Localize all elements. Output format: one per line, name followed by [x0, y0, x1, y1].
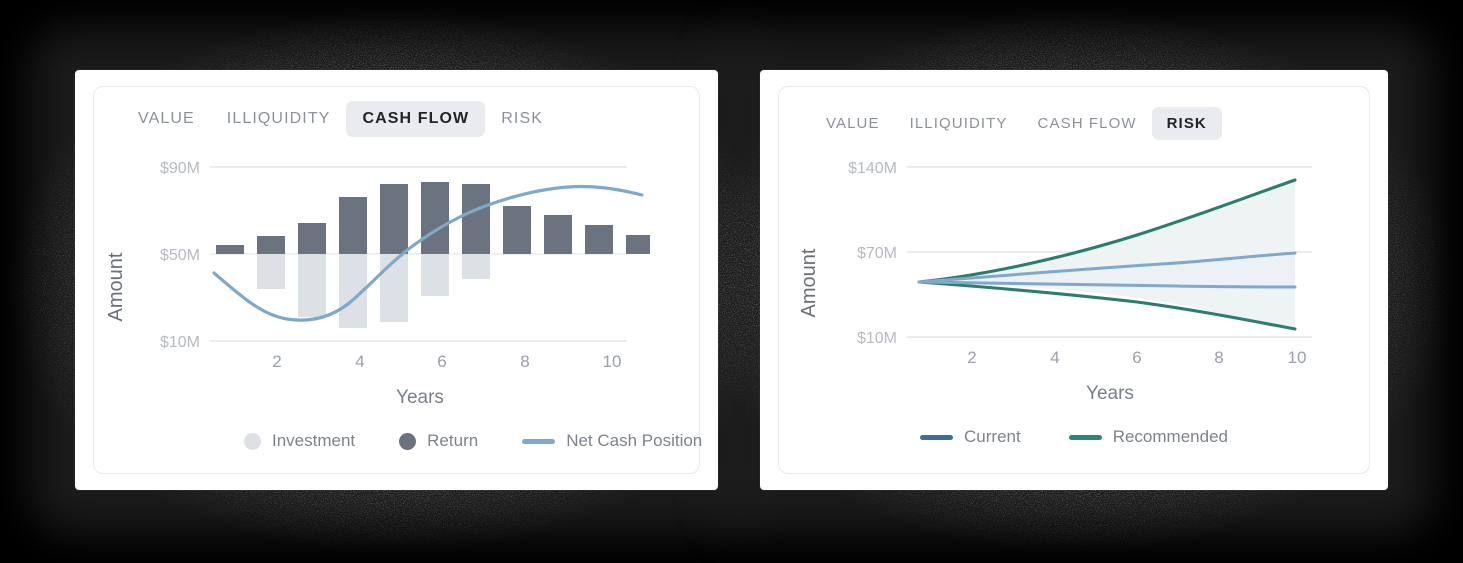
tab-cash-flow[interactable]: CASH FLOW [346, 101, 486, 137]
tab-illiquidity-2[interactable]: ILLIQUIDITY [895, 107, 1023, 140]
tab-illiquidity[interactable]: ILLIQUIDITY [211, 101, 347, 137]
cash-flow-chart: Amount $90M $50M $10M 2 4 6 8 10 Years [102, 149, 687, 409]
legend-item-recommended: Recommended [1068, 427, 1228, 447]
ytick-10m: $10M [160, 334, 200, 351]
ytick-10m-right: $10M [857, 330, 897, 347]
xtick-8: 8 [520, 352, 529, 371]
recommended-band-fill [919, 180, 1295, 329]
tab-value-2[interactable]: VALUE [811, 107, 895, 140]
legend-item-current: Current [920, 427, 1021, 447]
risk-panel: VALUE ILLIQUIDITY CASH FLOW RISK Amount … [760, 70, 1388, 490]
cash-flow-legend: Investment Return Net Cash Position [244, 431, 702, 451]
xtick-10: 10 [603, 352, 622, 371]
ytick-50m: $50M [160, 247, 200, 264]
risk-legend: Current Recommended [779, 427, 1369, 447]
legend-item-return: Return [399, 431, 478, 451]
screen-root: VALUE ILLIQUIDITY CASH FLOW RISK Amount … [0, 0, 1463, 563]
legend-label-recommended: Recommended [1112, 427, 1228, 446]
ytick-90m: $90M [160, 160, 200, 177]
recommended-swatch-icon [1068, 434, 1102, 440]
ytick-140m: $140M [848, 160, 897, 177]
return-swatch-icon [399, 432, 417, 450]
xtick-8-right: 8 [1214, 348, 1223, 367]
current-swatch-icon [920, 434, 954, 440]
investment-swatch-icon [244, 432, 261, 450]
y-axis-label-left: Amount [105, 252, 127, 321]
net-cash-swatch-icon [522, 438, 556, 444]
risk-card: VALUE ILLIQUIDITY CASH FLOW RISK Amount … [778, 86, 1370, 474]
x-axis-label-right: Years [1086, 383, 1134, 404]
risk-chart: Amount $140M $70M $10M 2 4 6 8 10 Years [797, 147, 1357, 407]
x-axis-label-left: Years [396, 387, 444, 408]
xtick-4-right: 4 [1050, 348, 1059, 367]
legend-label-return: Return [427, 431, 479, 450]
legend-label-investment: Investment [272, 431, 356, 450]
cash-flow-card: VALUE ILLIQUIDITY CASH FLOW RISK Amount … [93, 86, 702, 474]
xtick-2: 2 [272, 352, 281, 371]
tab-cash-flow-2[interactable]: CASH FLOW [1023, 107, 1152, 140]
cash-flow-panel: VALUE ILLIQUIDITY CASH FLOW RISK Amount … [75, 70, 718, 490]
y-axis-label-right: Amount [798, 248, 820, 317]
risk-tabs: VALUE ILLIQUIDITY CASH FLOW RISK [811, 107, 1222, 140]
xtick-6: 6 [437, 352, 446, 371]
legend-item-investment: Investment [244, 431, 355, 451]
legend-label-current: Current [964, 427, 1021, 446]
tab-risk[interactable]: RISK [485, 101, 559, 137]
tab-value[interactable]: VALUE [122, 101, 211, 137]
xtick-4: 4 [355, 352, 364, 371]
xtick-10-right: 10 [1288, 348, 1307, 367]
legend-item-net-cash-position: Net Cash Position [522, 431, 702, 451]
xtick-6-right: 6 [1132, 348, 1141, 367]
legend-label-net-cash-position: Net Cash Position [566, 431, 703, 450]
ytick-70m: $70M [857, 245, 897, 262]
xtick-2-right: 2 [967, 348, 976, 367]
investment-bars [257, 254, 490, 328]
tab-risk-2[interactable]: RISK [1151, 107, 1222, 140]
cash-flow-tabs: VALUE ILLIQUIDITY CASH FLOW RISK [122, 101, 559, 137]
return-bars [216, 182, 650, 254]
